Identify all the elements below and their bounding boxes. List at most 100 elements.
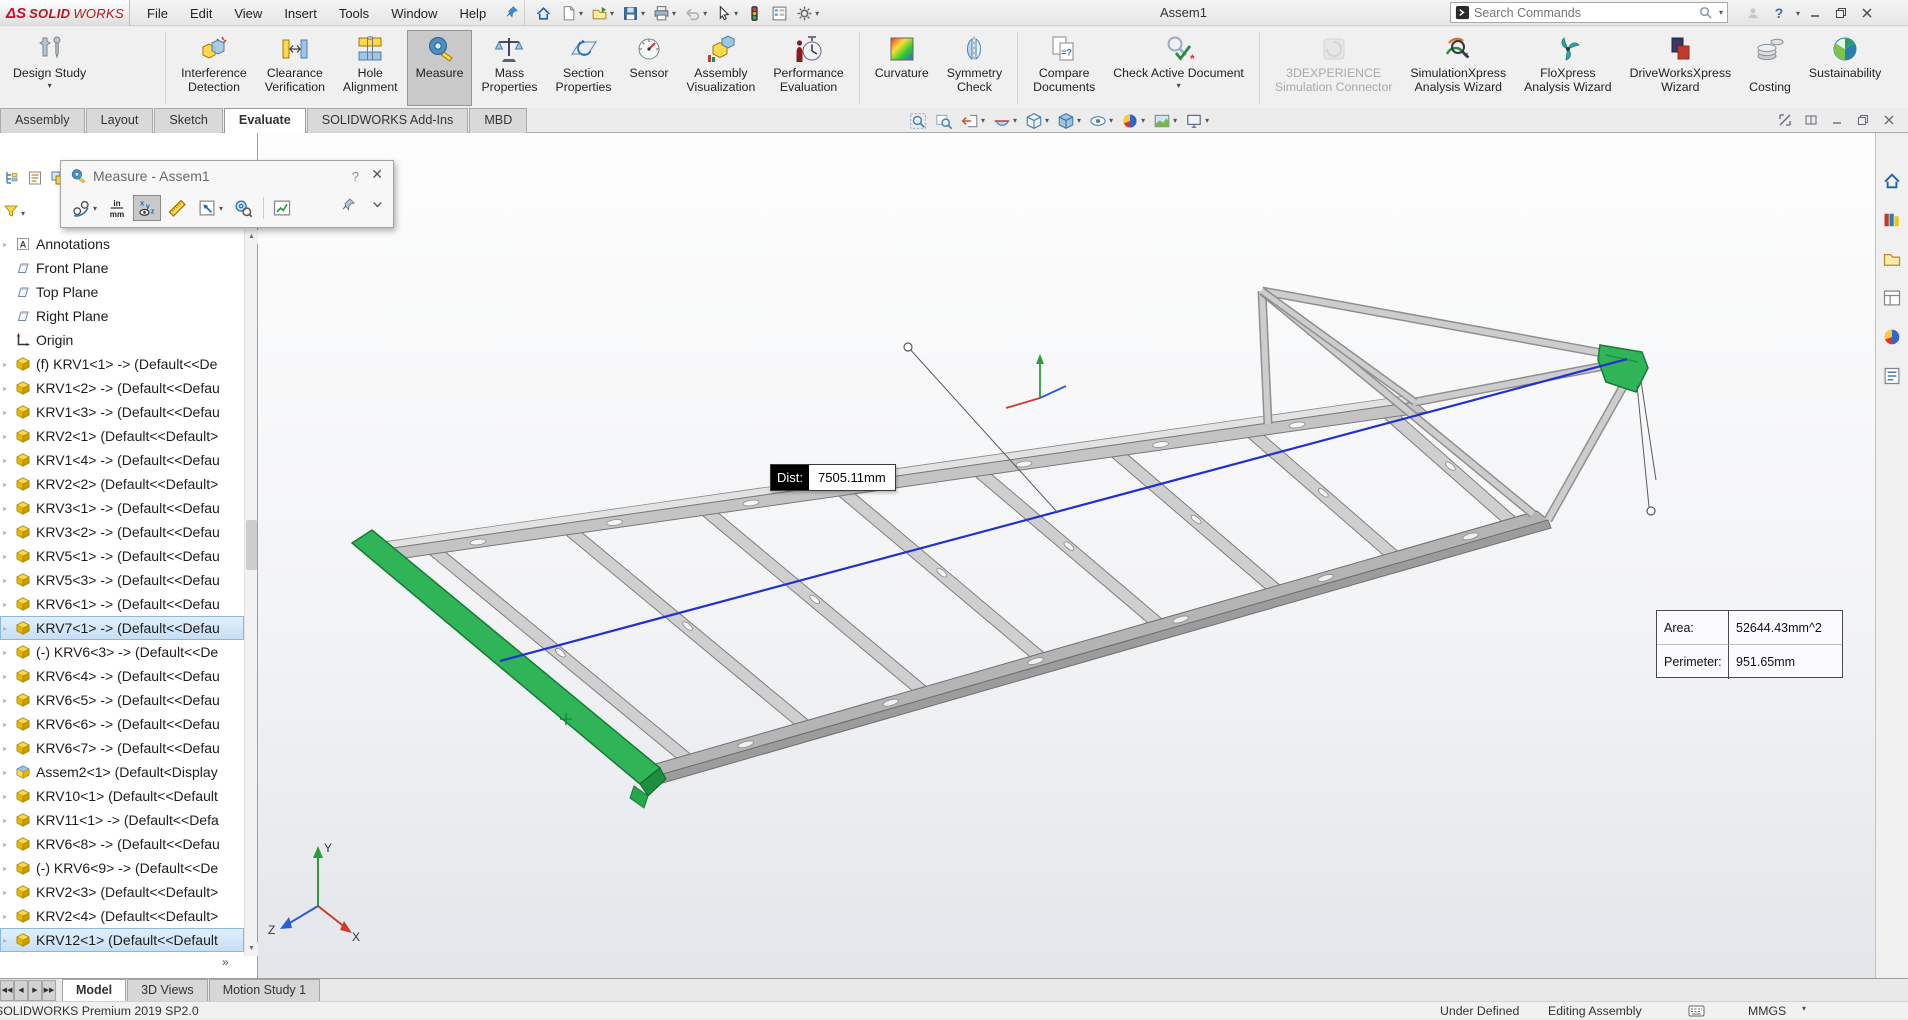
tab-scroll-last[interactable]: ▶▶ [42,980,56,1001]
menu-tools[interactable]: Tools [328,2,380,25]
tab-scroll-first[interactable]: ◀◀ [0,980,14,1001]
ribbon-compare-documents-button[interactable]: =? Compare Documents [1024,30,1104,106]
ribbon-sensor-button[interactable]: Sensor [621,30,678,106]
view-settings-icon[interactable]: ▾ [1181,111,1213,131]
pin-menu-icon[interactable] [497,3,527,24]
close-window-icon[interactable] [1856,3,1878,23]
ribbon-assembly-visualization-button[interactable]: Assembly Visualization [678,30,765,106]
units-in-mm-tool[interactable]: in mm [103,195,131,221]
ribbon-sustainability-button[interactable]: Sustainability [1800,30,1890,106]
units-caret[interactable]: ▾ [1802,1004,1806,1013]
tree-item-2[interactable]: Front Plane [0,256,244,280]
ribbon-mass-properties-button[interactable]: Mass Properties [472,30,546,106]
tree-item-16[interactable]: ▸ KRV6<1> -> (Default<<Defau [0,592,244,616]
menu-help[interactable]: Help [448,2,497,25]
tree-item-10[interactable]: ▸ KRV1<4> -> (Default<<Defau [0,448,244,472]
edit-appearance-icon[interactable]: ▾ [1117,111,1149,131]
arc-measure-tool[interactable]: ▾ [67,195,101,221]
save-button[interactable]: ▾ [620,2,647,24]
doc-restore-icon[interactable] [1853,110,1873,130]
rebuild-button[interactable] [744,2,765,24]
scroll-up-arrow[interactable]: ▲ [245,230,258,244]
tree-item-7[interactable]: ▸ KRV1<2> -> (Default<<Defau [0,376,244,400]
tree-item-21[interactable]: ▸ KRV6<6> -> (Default<<Defau [0,712,244,736]
tree-item-27[interactable]: ▸ (-) KRV6<9> -> (Default<<De [0,856,244,880]
options-list-button[interactable] [769,2,790,24]
tree-item-28[interactable]: ▸ KRV2<3> (Default<<Default> [0,880,244,904]
search-icon[interactable] [1698,5,1713,20]
help-icon[interactable]: ? [1768,3,1790,23]
solidworks-resources-icon[interactable] [1882,171,1902,196]
zoom-area-icon[interactable] [931,111,957,131]
login-user-icon[interactable] [1742,3,1764,23]
panel-expand-arrow[interactable]: » [222,955,229,969]
menu-edit[interactable]: Edit [179,2,223,25]
menu-window[interactable]: Window [380,2,448,25]
view-orientation-icon[interactable]: ▾ [1021,111,1053,131]
ribbon-costing-button[interactable]: Costing [1740,30,1800,106]
tree-item-30[interactable]: ▸ KRV12<1> (Default<<Default [0,928,244,952]
measure-help-button[interactable]: ? [352,169,359,184]
tab-scroll-right[interactable]: ▶ [28,980,42,1001]
point-to-point-tool[interactable]: ▾ [193,195,227,221]
undo-button[interactable]: ▾ [682,2,709,24]
tree-item-4[interactable]: Right Plane [0,304,244,328]
measure-caliper-tool[interactable] [163,195,191,221]
search-input[interactable] [1474,5,1694,20]
tree-item-17[interactable]: ▸ KRV7<1> -> (Default<<Defau [0,616,244,640]
tab-scroll-left[interactable]: ◀ [14,980,28,1001]
hide-show-items-icon[interactable]: ▾ [1085,111,1117,131]
apply-scene-icon[interactable]: ▾ [1149,111,1181,131]
tree-item-5[interactable]: Origin [0,328,244,352]
ribbon-interference-detection-button[interactable]: Interference Detection [172,30,256,106]
tree-item-29[interactable]: ▸ KRV2<4> (Default<<Default> [0,904,244,928]
tree-item-23[interactable]: ▸ Assem2<1> (Default<Display [0,760,244,784]
trend-graph-tool[interactable] [268,195,296,221]
help-caret[interactable]: ▾ [1796,9,1800,18]
tree-item-12[interactable]: ▸ KRV3<1> -> (Default<<Defau [0,496,244,520]
tree-item-3[interactable]: Top Plane [0,280,244,304]
ribbon-performance-evaluation-button[interactable]: Performance Evaluation [764,30,852,106]
tab-mbd[interactable]: MBD [469,108,528,133]
scroll-thumb[interactable] [246,520,257,570]
measure-close-button[interactable]: ✕ [371,166,383,183]
view-palette-icon[interactable] [1882,288,1902,313]
menu-view[interactable]: View [223,2,273,25]
bottom-tab-3d-views[interactable]: 3D Views [127,979,208,1001]
tree-item-24[interactable]: ▸ KRV10<1> (Default<<Default [0,784,244,808]
tree-item-19[interactable]: ▸ KRV6<4> -> (Default<<Defau [0,664,244,688]
ribbon-measure-button[interactable]: Measure [406,30,473,106]
tree-item-22[interactable]: ▸ KRV6<7> -> (Default<<Defau [0,736,244,760]
tree-item-13[interactable]: ▸ KRV3<2> -> (Default<<Defau [0,520,244,544]
keyboard-icon[interactable] [1688,1005,1705,1020]
tree-item-14[interactable]: ▸ KRV5<1> -> (Default<<Defau [0,544,244,568]
units-selector[interactable]: MMGS [1748,1004,1786,1018]
menu-insert[interactable]: Insert [273,2,328,25]
tree-item-9[interactable]: ▸ KRV2<1> (Default<<Default> [0,424,244,448]
ribbon-driveworksxpress-button[interactable]: DriveWorksXpress Wizard [1621,30,1741,106]
measure-dialog-titlebar[interactable]: Measure - Assem1 ? ✕ [61,161,393,191]
open-button[interactable]: ▾ [589,2,616,24]
scroll-down-arrow[interactable]: ▼ [245,942,258,956]
feature-tree-tab-icon[interactable] [4,170,20,191]
ribbon-clearance-verification-button[interactable]: Clearance Verification [256,30,334,106]
ribbon-section-properties-button[interactable]: Section Properties [547,30,621,106]
ribbon-simulationxpress-button[interactable]: SimulationXpress Analysis Wizard [1401,30,1515,106]
bottom-tab-model[interactable]: Model [62,979,127,1001]
ribbon-check-active-document-button[interactable]: * Check Active Document ▾ [1104,30,1253,106]
file-explorer-icon[interactable] [1882,249,1902,274]
ribbon-3dexperience-connector-button[interactable]: 3DEXPERIENCE Simulation Connector [1266,30,1402,106]
filter-caret[interactable]: ▾ [21,209,25,218]
settings-button[interactable]: ▾ [794,2,821,24]
tab-sketch[interactable]: Sketch [154,108,223,133]
design-library-icon[interactable] [1882,210,1902,235]
tree-item-25[interactable]: ▸ KRV11<1> -> (Default<<Defa [0,808,244,832]
measure-history-tool[interactable] [229,195,257,221]
ribbon-symmetry-check-button[interactable]: Symmetry Check [938,30,1011,106]
minimize-window-icon[interactable] [1804,3,1826,23]
restore-window-icon[interactable] [1830,3,1852,23]
tab-assembly[interactable]: Assembly [0,108,85,133]
check-active-document-caret[interactable]: ▾ [1177,81,1181,90]
design-study-caret[interactable]: ▾ [48,81,52,90]
show-xyz-tool[interactable]: xyz [133,195,162,221]
